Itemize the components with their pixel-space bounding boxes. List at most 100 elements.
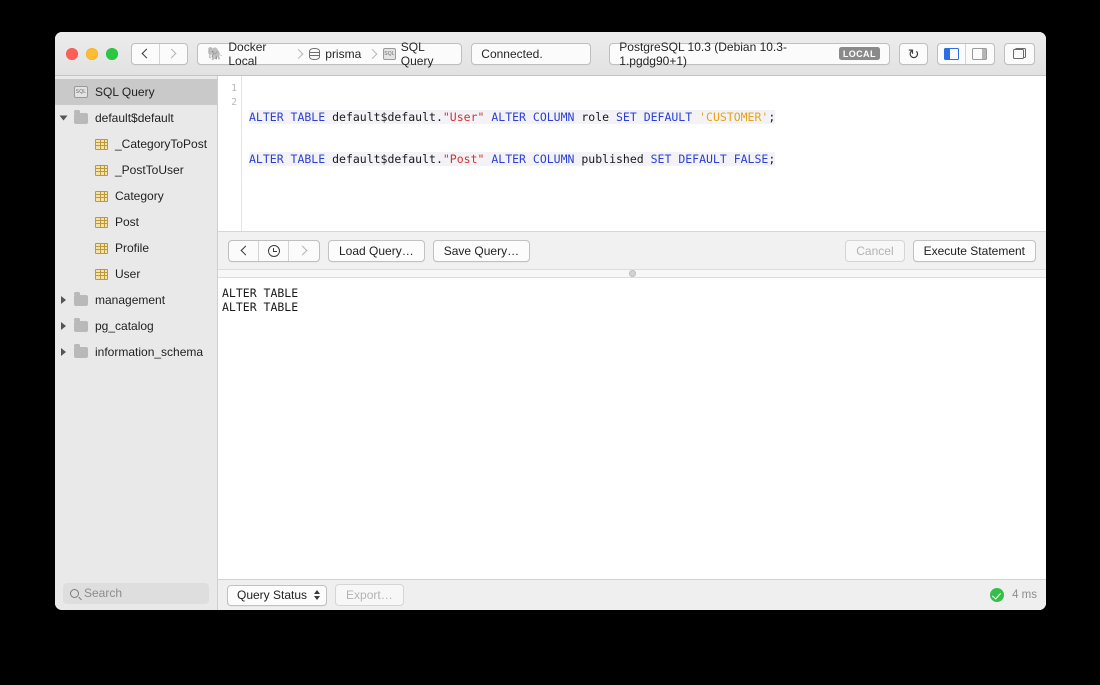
table-icon	[91, 269, 111, 280]
code-token: 'CUSTOMER'	[699, 110, 768, 124]
sidebar-item-information-schema[interactable]: information_schema	[55, 339, 217, 365]
code-token: default$default.	[332, 152, 443, 166]
schema-tree: SQL SQL Query default$default _CategoryT…	[55, 76, 217, 576]
nav-back-button[interactable]	[132, 44, 160, 64]
sidebar-item-post[interactable]: Post	[55, 209, 217, 235]
sidebar-item-label: _CategoryToPost	[115, 137, 207, 151]
sidebar-item-user[interactable]: User	[55, 261, 217, 287]
line-number-gutter: 1 2	[218, 76, 242, 231]
breadcrumb-item-connection[interactable]: 🐘 Docker Local	[200, 44, 294, 64]
minimize-window-button[interactable]	[86, 48, 98, 60]
execute-statement-button[interactable]: Execute Statement	[913, 240, 1036, 262]
success-check-icon	[990, 588, 1004, 602]
sidebar-item-pg-catalog[interactable]: pg_catalog	[55, 313, 217, 339]
sidebar-item-default-default[interactable]: default$default	[55, 105, 217, 131]
chevron-right-icon	[167, 49, 177, 59]
sidebar-item-profile[interactable]: Profile	[55, 235, 217, 261]
save-query-button[interactable]: Save Query…	[433, 240, 530, 262]
code-token: ;	[768, 152, 775, 166]
sidebar-item-label: User	[115, 267, 140, 281]
folder-icon	[71, 295, 91, 306]
sidebar-item-label: Post	[115, 215, 139, 229]
breadcrumb: 🐘 Docker Local prisma SQL SQL Query	[197, 43, 462, 65]
line-number: 1	[218, 82, 237, 96]
disclosure-triangle-icon[interactable]	[55, 114, 71, 122]
table-icon	[91, 139, 111, 150]
breadcrumb-separator	[294, 44, 302, 64]
disclosure-triangle-icon[interactable]	[55, 322, 71, 330]
elephant-icon: 🐘	[207, 47, 223, 60]
splitter-grab-handle[interactable]	[629, 270, 636, 277]
table-icon	[91, 217, 111, 228]
code-token: ALTER TABLE	[249, 152, 332, 166]
export-button[interactable]: Export…	[335, 584, 404, 606]
chevron-left-icon	[142, 49, 152, 59]
chevron-left-icon	[240, 246, 250, 256]
sidebar-item-categorytopost[interactable]: _CategoryToPost	[55, 131, 217, 157]
right-panel-toggle[interactable]	[966, 44, 994, 64]
connection-status-label: Connected.	[481, 47, 542, 61]
sidebar-item-label: information_schema	[95, 345, 203, 359]
table-icon	[91, 165, 111, 176]
duplicate-window-icon	[1013, 48, 1026, 59]
code-token: ALTER TABLE	[249, 110, 332, 124]
code-token: ;	[768, 110, 775, 124]
cancel-button[interactable]: Cancel	[845, 240, 904, 262]
table-icon	[91, 191, 111, 202]
pane-splitter[interactable]	[218, 269, 1046, 278]
close-window-button[interactable]	[66, 48, 78, 60]
load-query-button[interactable]: Load Query…	[328, 240, 425, 262]
sidebar-item-label: pg_catalog	[95, 319, 154, 333]
nav-forward-button[interactable]	[160, 44, 188, 64]
left-panel-toggle[interactable]	[938, 44, 966, 64]
search-input[interactable]: Search	[63, 583, 209, 604]
refresh-icon: ↻	[908, 47, 920, 61]
breadcrumb-separator	[368, 44, 376, 64]
refresh-button[interactable]: ↻	[899, 43, 929, 65]
code-token: ALTER COLUMN	[491, 152, 581, 166]
chevron-right-icon	[298, 246, 308, 256]
sidebar-item-label: Category	[115, 189, 164, 203]
query-next-button[interactable]	[289, 241, 319, 261]
duplicate-window-button[interactable]	[1004, 43, 1035, 65]
left-panel-icon	[944, 48, 959, 60]
folder-icon	[71, 347, 91, 358]
zoom-window-button[interactable]	[106, 48, 118, 60]
code-token: "Post"	[443, 152, 485, 166]
database-icon	[309, 48, 320, 60]
code-token: SET DEFAULT	[616, 110, 699, 124]
panel-toggles-segmented	[937, 43, 994, 65]
history-nav-segmented	[131, 43, 188, 65]
sql-editor[interactable]: 1 2 ALTER TABLE default$default."User" A…	[218, 76, 1046, 231]
query-history-segmented	[228, 240, 320, 262]
sidebar-item-sql-query[interactable]: SQL SQL Query	[55, 79, 217, 105]
sidebar-item-label: management	[95, 293, 165, 307]
code-token: ALTER COLUMN	[491, 110, 581, 124]
disclosure-triangle-icon[interactable]	[55, 296, 71, 304]
sidebar-item-category[interactable]: Category	[55, 183, 217, 209]
breadcrumb-label-sql-query: SQL Query	[401, 40, 452, 68]
server-version-pill: PostgreSQL 10.3 (Debian 10.3-1.pgdg90+1)…	[609, 43, 890, 65]
sidebar-item-label: SQL Query	[95, 85, 155, 99]
statusbar: Query Status Export… 4 ms	[218, 579, 1046, 610]
sql-code-area[interactable]: ALTER TABLE default$default."User" ALTER…	[242, 76, 1046, 231]
line-number: 2	[218, 96, 237, 110]
query-history-button[interactable]	[259, 241, 289, 261]
breadcrumb-item-database[interactable]: prisma	[302, 44, 368, 64]
sidebar-item-posttouser[interactable]: _PostToUser	[55, 157, 217, 183]
code-line: ALTER TABLE default$default."User" ALTER…	[249, 110, 1046, 124]
server-version-label: PostgreSQL 10.3 (Debian 10.3-1.pgdg90+1)	[619, 40, 832, 68]
sidebar-item-management[interactable]: management	[55, 287, 217, 313]
right-panel-icon	[972, 48, 987, 60]
table-icon	[91, 243, 111, 254]
query-status-select[interactable]: Query Status	[227, 585, 327, 606]
breadcrumb-item-sql-query[interactable]: SQL SQL Query	[376, 44, 459, 64]
code-line: ALTER TABLE default$default."Post" ALTER…	[249, 152, 1046, 166]
main-area: 1 2 ALTER TABLE default$default."User" A…	[218, 76, 1046, 610]
code-token: SET DEFAULT FALSE	[651, 152, 769, 166]
disclosure-triangle-icon[interactable]	[55, 348, 71, 356]
query-prev-button[interactable]	[229, 241, 259, 261]
query-duration: 4 ms	[1012, 589, 1037, 601]
connection-status: Connected.	[471, 43, 591, 65]
query-status-select-label: Query Status	[237, 588, 307, 602]
